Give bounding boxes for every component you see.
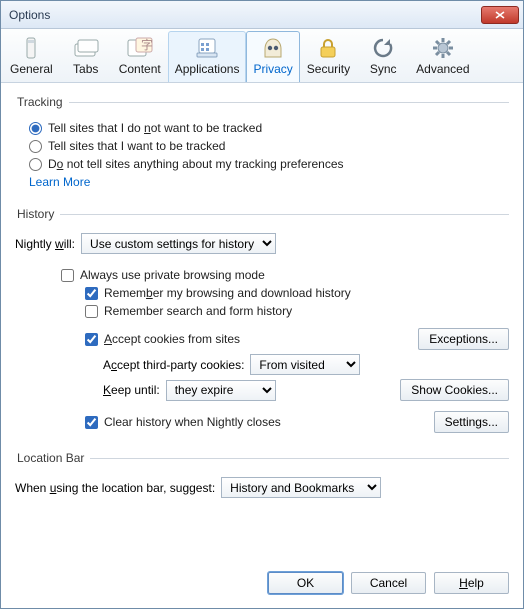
- sync-icon: [367, 36, 399, 60]
- history-will-label: Nightly will:: [15, 237, 75, 251]
- radio-do-not-track[interactable]: [29, 122, 42, 135]
- applications-icon: [191, 36, 223, 60]
- suggest-label: When using the location bar, suggest:: [15, 481, 215, 495]
- tab-general[interactable]: General: [3, 31, 60, 82]
- tab-sync-label: Sync: [364, 62, 402, 76]
- titlebar: Options: [1, 1, 523, 29]
- tab-sync[interactable]: Sync: [357, 31, 409, 82]
- checkbox-remember-history[interactable]: [85, 287, 98, 300]
- privacy-icon: [257, 36, 289, 60]
- tracking-legend: Tracking: [15, 95, 69, 109]
- history-group: History Nightly will: Use custom setting…: [15, 207, 509, 437]
- checkbox-clear-on-close[interactable]: [85, 416, 98, 429]
- tracking-opt-do-track[interactable]: Tell sites that I want to be tracked: [29, 139, 225, 153]
- radio-no-pref[interactable]: [29, 158, 42, 171]
- tab-applications[interactable]: Applications: [168, 31, 247, 82]
- window-title: Options: [9, 8, 481, 22]
- remember-form-check[interactable]: Remember search and form history: [85, 304, 292, 318]
- clear-on-close-check[interactable]: Clear history when Nightly closes: [85, 415, 281, 429]
- content-icon: 字: [124, 36, 156, 60]
- tab-security[interactable]: Security: [300, 31, 357, 82]
- security-icon: [312, 36, 344, 60]
- clear-settings-button[interactable]: Settings...: [434, 411, 509, 433]
- tab-tabs-label: Tabs: [67, 62, 105, 76]
- third-party-label: Accept third-party cookies:: [103, 358, 244, 372]
- history-mode-select[interactable]: Use custom settings for history: [81, 233, 276, 254]
- cancel-button[interactable]: Cancel: [351, 572, 426, 594]
- ok-button[interactable]: OK: [268, 572, 343, 594]
- checkbox-accept-cookies[interactable]: [85, 333, 98, 346]
- category-toolbar: General Tabs 字 Content Applications Priv…: [1, 29, 523, 83]
- tab-privacy-label: Privacy: [253, 62, 292, 76]
- tab-general-label: General: [10, 62, 53, 76]
- location-bar-group: Location Bar When using the location bar…: [15, 451, 509, 502]
- third-party-select[interactable]: From visited: [250, 354, 360, 375]
- remember-history-check[interactable]: Remember my browsing and download histor…: [85, 286, 351, 300]
- help-button[interactable]: Help: [434, 572, 509, 594]
- checkbox-remember-form[interactable]: [85, 305, 98, 318]
- suggest-select[interactable]: History and Bookmarks: [221, 477, 381, 498]
- accept-cookies-check[interactable]: Accept cookies from sites: [85, 332, 240, 346]
- tracking-opt-no-pref[interactable]: Do not tell sites anything about my trac…: [29, 157, 344, 171]
- location-bar-legend: Location Bar: [15, 451, 90, 465]
- tracking-learn-more-link[interactable]: Learn More: [29, 175, 90, 189]
- tab-applications-label: Applications: [175, 62, 240, 76]
- tab-content[interactable]: 字 Content: [112, 31, 168, 82]
- checkbox-always-private[interactable]: [61, 269, 74, 282]
- options-window: Options General Tabs 字 Content: [0, 0, 524, 609]
- tabs-icon: [70, 36, 102, 60]
- advanced-icon: [427, 36, 459, 60]
- exceptions-button[interactable]: Exceptions...: [418, 328, 509, 350]
- tab-privacy[interactable]: Privacy: [246, 31, 299, 82]
- keep-until-select[interactable]: they expire: [166, 380, 276, 401]
- close-icon: [495, 11, 505, 19]
- always-private-check[interactable]: Always use private browsing mode: [61, 268, 265, 282]
- tracking-opt-do-not-track[interactable]: Tell sites that I do not want to be trac…: [29, 121, 262, 135]
- tracking-group: Tracking Tell sites that I do not want t…: [15, 95, 509, 193]
- tab-advanced[interactable]: Advanced: [409, 31, 476, 82]
- general-icon: [15, 36, 47, 60]
- keep-until-label: Keep until:: [103, 383, 160, 397]
- privacy-panel: Tracking Tell sites that I do not want t…: [1, 83, 523, 562]
- tab-tabs[interactable]: Tabs: [60, 31, 112, 82]
- history-legend: History: [15, 207, 60, 221]
- svg-text:字: 字: [141, 37, 153, 52]
- show-cookies-button[interactable]: Show Cookies...: [400, 379, 509, 401]
- close-button[interactable]: [481, 6, 519, 24]
- tab-advanced-label: Advanced: [416, 62, 469, 76]
- radio-do-track[interactable]: [29, 140, 42, 153]
- dialog-buttons: OK Cancel Help: [1, 562, 523, 608]
- tab-content-label: Content: [119, 62, 161, 76]
- tab-security-label: Security: [307, 62, 350, 76]
